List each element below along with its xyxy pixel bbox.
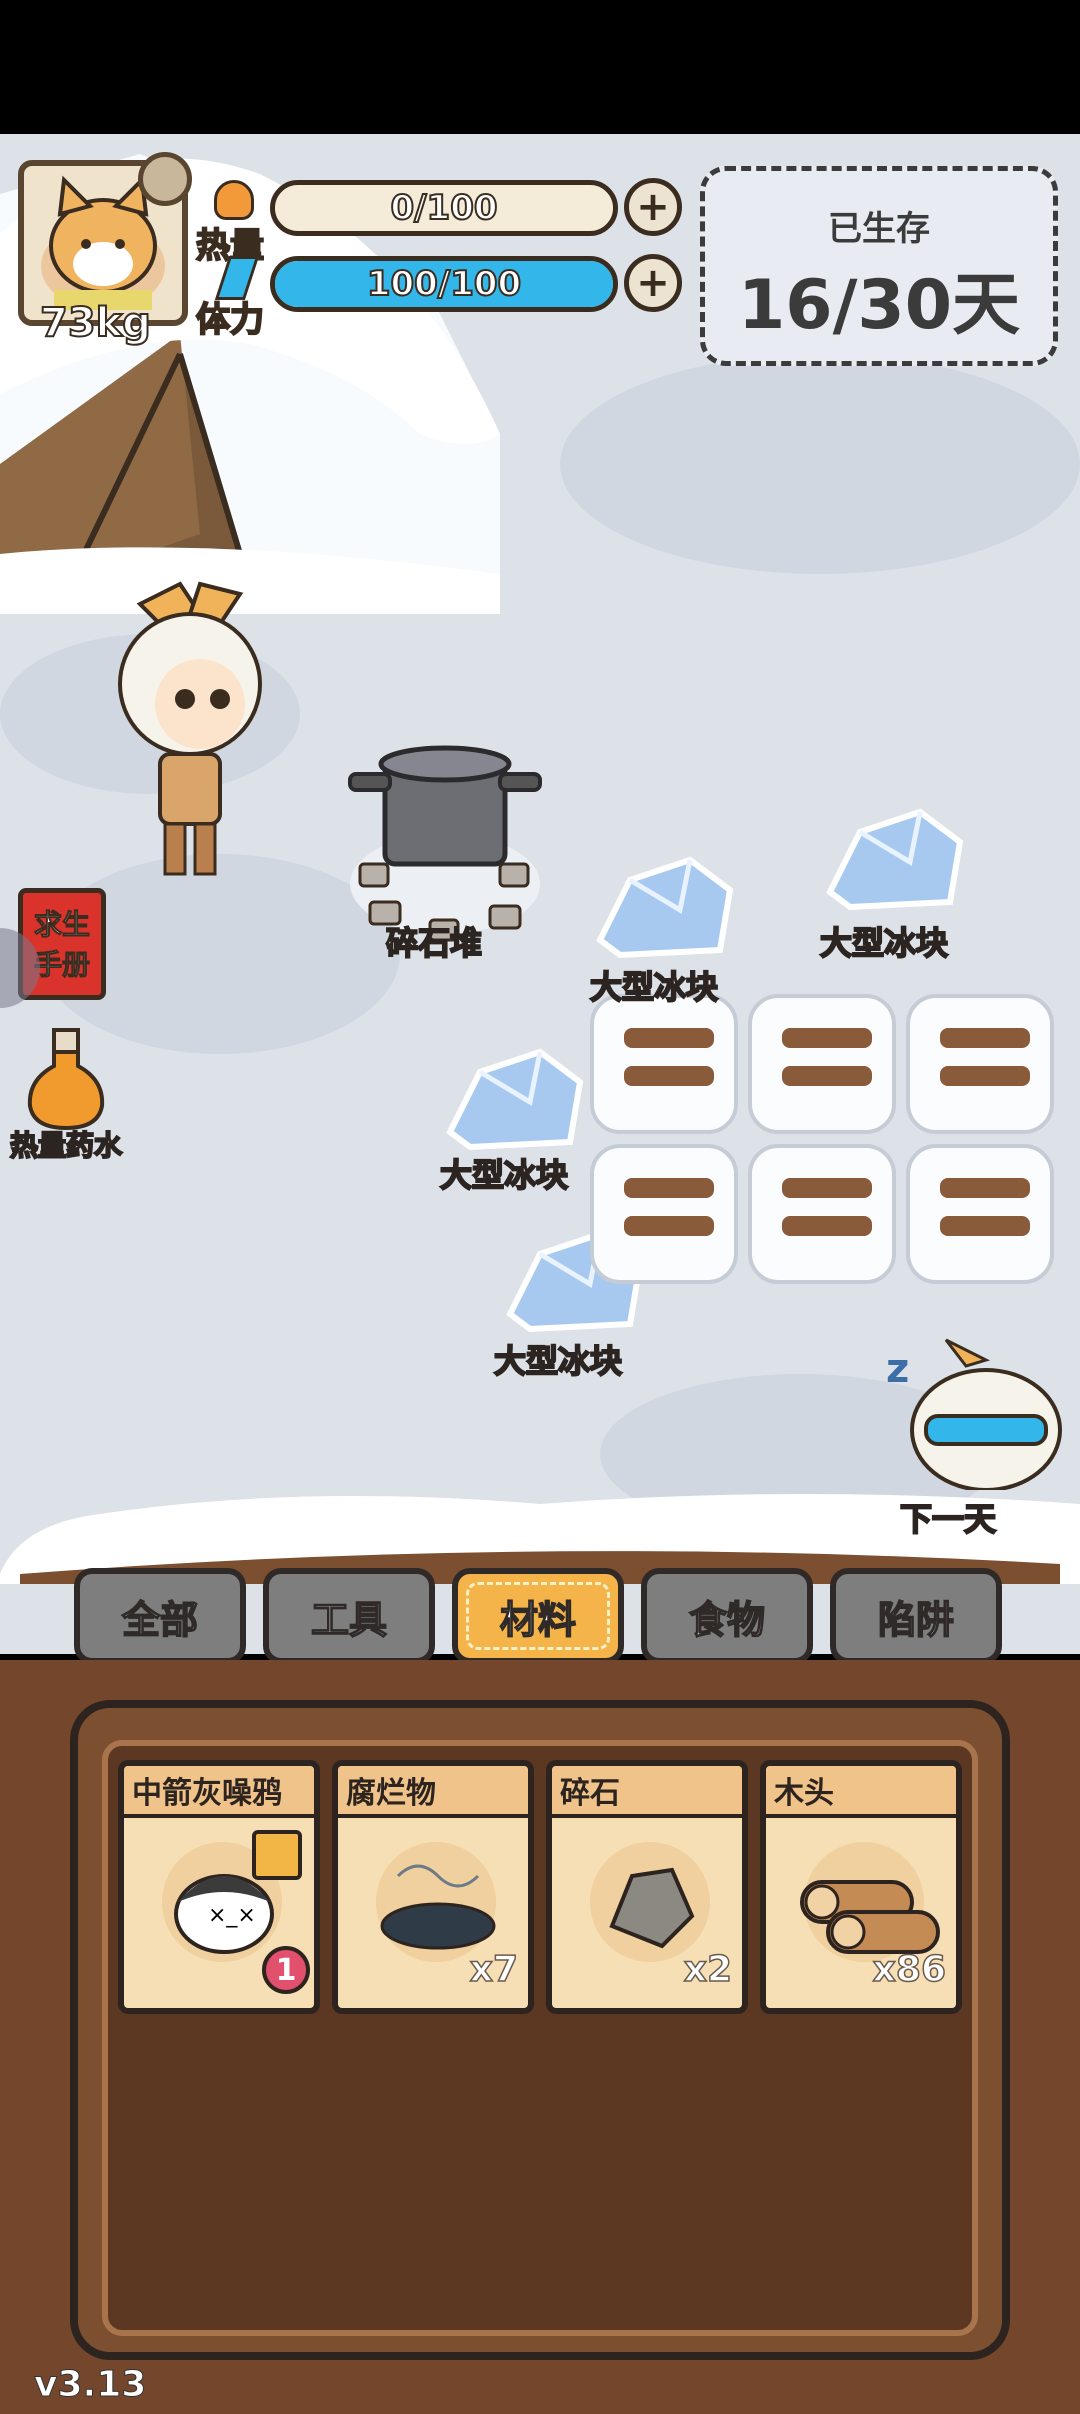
sleeping-character-icon[interactable]: z xyxy=(876,1330,1076,1490)
add-stamina-button[interactable]: + xyxy=(624,254,682,312)
item-name: 腐烂物 xyxy=(338,1766,528,1818)
stamina-label: 体力 xyxy=(195,299,265,341)
inventory-item[interactable]: 腐烂物 x7 xyxy=(332,1760,534,2014)
ice-block-label: 大型冰块 xyxy=(819,923,949,963)
farm-plot[interactable] xyxy=(906,1144,1054,1284)
farm-plot[interactable] xyxy=(748,994,896,1134)
tab-tools[interactable]: 工具 xyxy=(263,1568,435,1664)
manual-label-line1: 求生 xyxy=(33,908,90,942)
survival-days: 16/30天 xyxy=(737,266,1021,345)
tab-materials[interactable]: 材料 xyxy=(452,1568,624,1664)
add-heat-button[interactable]: + xyxy=(624,178,682,236)
rubble-label: 碎石堆 xyxy=(385,923,483,963)
system-status-bar xyxy=(0,0,1080,134)
tab-food[interactable]: 食物 xyxy=(641,1568,813,1664)
settings-gear-icon[interactable] xyxy=(138,152,192,206)
inventory-item[interactable]: 碎石 x2 xyxy=(546,1760,748,2014)
heat-flame-icon xyxy=(214,180,254,220)
farm-plot[interactable] xyxy=(906,994,1054,1134)
ice-block[interactable] xyxy=(590,850,740,960)
survival-title: 已生存 xyxy=(828,209,930,249)
version-label: v3.13 xyxy=(33,2364,147,2406)
ice-block-label: 大型冰块 xyxy=(439,1155,569,1195)
farm-plot[interactable] xyxy=(748,1144,896,1284)
svg-text:×_×: ×_× xyxy=(208,1903,256,1928)
item-count: x86 xyxy=(872,1948,947,1991)
stamina-value: 100/100 xyxy=(366,263,522,305)
wood-logs-icon xyxy=(800,1880,940,1954)
player-weight: 73kg xyxy=(39,299,152,347)
svg-text:z: z xyxy=(886,1346,909,1392)
ice-block[interactable] xyxy=(440,1042,590,1152)
item-badge: 1 xyxy=(262,1946,310,1994)
ice-block[interactable] xyxy=(820,802,970,912)
survival-days-panel: 已生存 16/30天 xyxy=(700,166,1058,366)
heat-potion-icon[interactable] xyxy=(24,1026,108,1132)
heat-potion-label: 热量药水 xyxy=(9,1128,123,1163)
player-character[interactable] xyxy=(50,564,280,904)
tab-traps[interactable]: 陷阱 xyxy=(830,1568,1002,1664)
ice-block-label: 大型冰块 xyxy=(589,967,719,1007)
tool-shovel-icon xyxy=(252,1830,302,1880)
item-name: 碎石 xyxy=(552,1766,742,1818)
item-count: x2 xyxy=(683,1948,733,1991)
heat-value: 0/100 xyxy=(389,187,498,229)
farm-plot[interactable] xyxy=(590,1144,738,1284)
stamina-bar: 100/100 xyxy=(270,256,618,312)
heat-bar: 0/100 xyxy=(270,180,618,236)
farm-plot[interactable] xyxy=(590,994,738,1134)
item-name: 木头 xyxy=(766,1766,956,1818)
item-name: 中箭灰噪鸦 xyxy=(124,1766,314,1818)
inventory-item[interactable]: 木头 x86 xyxy=(760,1760,962,2014)
next-day-label: 下一天 xyxy=(899,1499,997,1539)
category-tabs: 全部 工具 材料 食物 陷阱 xyxy=(68,1568,1008,1668)
gravel-icon xyxy=(609,1867,695,1949)
rotten-matter-icon xyxy=(380,1864,496,1950)
inventory-item[interactable]: 中箭灰噪鸦 ×_× 1 xyxy=(118,1760,320,2014)
item-count: x7 xyxy=(469,1948,519,1991)
tab-all[interactable]: 全部 xyxy=(74,1568,246,1664)
ice-block-label: 大型冰块 xyxy=(493,1341,623,1381)
